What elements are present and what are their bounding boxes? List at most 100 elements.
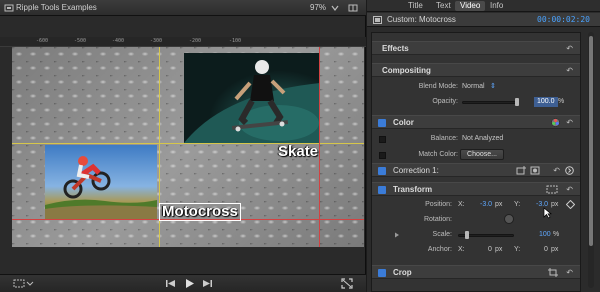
viewer-panel: Ripple Tools Examples 97% -600 -500 -400… [0,0,366,292]
ruler: -600 -500 -400 -300 -200 -100 [0,37,366,47]
anchor-label: Anchor: [427,246,452,253]
reset-icon[interactable]: ↶ [566,118,573,127]
color-enable-checkbox[interactable] [378,119,386,127]
viewer-header: Ripple Tools Examples 97% [0,0,366,16]
correction-enable-checkbox[interactable] [378,167,386,175]
transform-onscreen-icon[interactable] [546,185,558,194]
viewer-canvas[interactable]: Skate Motocross [12,47,364,247]
opacity-slider[interactable] [462,101,518,104]
blend-mode-popup[interactable]: Normal [462,83,485,90]
opacity-field[interactable]: 100.0 [534,97,558,107]
tab-title[interactable]: Title [403,1,428,11]
anchor-x-field[interactable]: 0 [488,246,492,253]
scrollbar-thumb[interactable] [589,36,593,246]
rotation-dial[interactable] [504,214,514,224]
reset-icon[interactable]: ↶ [566,268,573,277]
inspector-panel: Title Text Video Info Custom: Motocross … [367,0,600,292]
crop-enable-checkbox[interactable] [378,269,386,277]
scale-slider-knob[interactable] [465,231,469,239]
skate-photo[interactable] [184,53,320,143]
position-x-field[interactable]: -3.0 [480,201,492,208]
position-x-unit: px [495,201,503,208]
balance-label: Balance: [430,135,458,142]
motocross-photo[interactable] [45,145,157,220]
inspector-scrollbar[interactable] [588,32,594,288]
next-frame-icon[interactable] [201,277,215,290]
shape-mask-icon[interactable] [530,166,540,175]
mask-add-icon[interactable] [516,166,526,175]
section-correction[interactable]: Correction 1: ↶ [372,163,580,177]
transform-mode-icon[interactable] [12,277,34,290]
opacity-unit: % [558,98,565,105]
skate-title-text[interactable]: Skate [278,143,318,160]
tab-video[interactable]: Video [455,1,486,11]
clip-header: Custom: Motocross 00:00:02:20 [367,13,600,27]
match-color-label: Match Color: [418,151,458,158]
inspector-tabs: Title Text Video Info [367,0,600,12]
balance-value: Not Analyzed [462,135,504,142]
section-label: Compositing [382,66,431,75]
color-wheel-icon[interactable] [551,118,560,127]
reset-icon[interactable]: ↶ [566,44,573,53]
viewer-footer [0,274,366,292]
section-label: Correction 1: [393,166,439,175]
section-effects[interactable]: Effects ↶ [372,41,580,55]
skater-figure [184,60,320,143]
safe-zone-guide-vertical [319,47,320,247]
section-crop[interactable]: Crop ↶ [372,265,580,279]
ruler-label: -300 [150,38,163,44]
viewer-title: Ripple Tools Examples [16,3,97,12]
section-label: Crop [393,268,412,277]
reset-icon[interactable]: ↶ [566,185,573,194]
section-label: Effects [382,44,409,53]
view-options-icon[interactable] [348,3,358,13]
tab-info[interactable]: Info [485,1,508,11]
keyframe-diamond-icon[interactable] [566,200,575,209]
opacity-label: Opacity: [432,98,458,105]
anchor-y-field[interactable]: 0 [544,246,548,253]
crop-onscreen-icon[interactable] [548,268,558,277]
anchor-y-label: Y: [514,246,521,253]
ruler-label: -600 [36,38,49,44]
anchor-x-unit: px [495,246,503,253]
popup-arrows-icon[interactable]: ⇕ [490,82,496,90]
clip-timecode: 00:00:02:20 [537,15,590,24]
section-transform[interactable]: Transform ↶ [372,182,580,196]
scale-label: Scale: [432,231,452,238]
rotation-label: Rotation: [423,216,452,223]
match-color-checkbox[interactable] [379,152,386,159]
position-label: Position: [425,201,452,208]
section-label: Color [393,118,414,127]
reset-icon[interactable]: ↶ [566,66,573,75]
previous-frame-icon[interactable] [163,277,177,290]
parameters-list: Effects ↶ Compositing ↶ Blend Mode: Norm… [371,32,581,292]
ruler-label: -100 [229,38,242,44]
reset-icon[interactable]: ↶ [553,166,560,175]
section-compositing[interactable]: Compositing ↶ [372,63,580,77]
clip-icon [373,16,382,24]
ruler-label: -400 [112,38,125,44]
anchor-x-label: X: [458,246,465,253]
tab-text[interactable]: Text [431,1,456,11]
anchor-y-unit: px [551,246,559,253]
chevron-down-icon[interactable] [330,3,340,13]
position-y-label: Y: [514,201,521,208]
scale-field[interactable]: 100 [539,231,551,238]
position-y-unit: px [551,201,559,208]
blend-mode-label: Blend Mode: [418,83,458,90]
choose-button[interactable]: Choose... [460,149,504,160]
zoom-popup[interactable]: 97% [310,3,326,12]
transform-enable-checkbox[interactable] [378,186,386,194]
go-to-icon[interactable] [565,166,574,175]
motocross-title-text[interactable]: Motocross [159,203,241,221]
disclosure-triangle-icon[interactable] [394,232,400,238]
fullscreen-icon[interactable] [340,277,354,290]
opacity-slider-knob[interactable] [515,98,519,106]
balance-checkbox[interactable] [379,136,386,143]
section-color[interactable]: Color ↶ [372,115,580,129]
film-icon [4,4,14,12]
motocross-rider [45,156,157,220]
ruler-label: -500 [74,38,87,44]
section-label: Transform [393,185,433,194]
play-icon[interactable] [182,277,196,290]
